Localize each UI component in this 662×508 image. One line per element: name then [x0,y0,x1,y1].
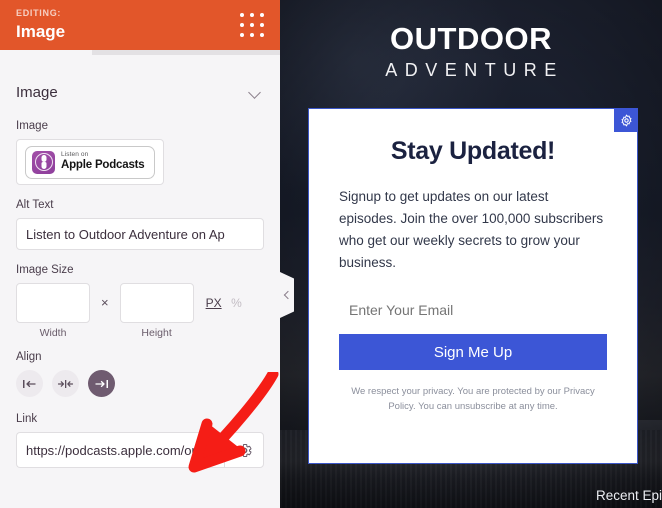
chevron-left-icon [283,290,293,300]
editing-title: Image [16,22,66,41]
image-accordion-title: Image [16,83,58,101]
align-left-icon [23,379,36,388]
width-input[interactable] [16,283,90,323]
align-right-icon [95,379,108,388]
gear-icon [621,114,631,126]
editor-screen: EDITING: Image Image Image Listen on App… [0,0,662,508]
height-input[interactable] [119,283,194,323]
gear-icon [238,443,252,457]
width-group: Width [16,283,90,339]
optin-settings-button[interactable] [614,108,638,132]
link-settings-button[interactable] [224,432,264,468]
height-caption: Height [141,327,172,339]
align-center-button[interactable] [52,370,79,397]
sidebar-header: EDITING: Image [0,0,280,50]
image-thumbnail-button[interactable]: Listen on Apple Podcasts [16,139,164,185]
image-accordion-header[interactable]: Image [0,72,280,112]
sidebar-collapse-button[interactable] [280,272,294,318]
optin-body-text: Signup to get updates on our latest epis… [339,189,604,270]
site-preview-panel: OUTDOOR ADVENTURE Stay Updated! Signup t… [280,0,662,508]
alt-text-input[interactable] [16,218,264,250]
editing-label: EDITING: [16,8,62,18]
height-group: Height [119,283,194,339]
apple-podcasts-badge: Listen on Apple Podcasts [25,145,155,179]
link-input[interactable] [16,432,224,468]
align-label: Align [16,351,42,363]
settings-sidebar: EDITING: Image Image Image Listen on App… [0,0,280,508]
link-label: Link [16,413,38,425]
image-field-label: Image [16,120,48,132]
badge-listen-on-text: Listen on [61,151,89,159]
apple-podcasts-icon [32,150,55,174]
optin-popup[interactable]: Stay Updated! Signup to get updates on o… [308,108,638,464]
recent-episodes-heading: Recent Episodes [596,488,662,503]
link-field: Link [0,413,280,468]
align-center-icon [57,379,74,388]
align-left-button[interactable] [16,370,43,397]
align-right-button[interactable] [88,370,115,397]
header-divider-strip [0,50,280,58]
image-size-label: Image Size [16,264,74,276]
unit-percent-option[interactable]: % [231,296,242,310]
site-logo-line2: ADVENTURE [385,60,564,80]
image-size-field: Image Size Width × Height PX % [0,264,280,339]
grid-dots-icon[interactable] [239,12,265,38]
site-logo: OUTDOOR ADVENTURE [280,22,662,82]
size-separator: × [101,295,109,310]
optin-title: Stay Updated! [390,137,556,165]
optin-fine-print: We respect your privacy. You are protect… [351,386,595,412]
image-field: Image Listen on Apple Podcasts [0,120,280,185]
unit-toggle: PX % [206,283,247,323]
optin-email-input[interactable] [339,292,607,328]
alt-text-field: Alt Text [0,199,280,250]
alt-text-label: Alt Text [16,199,54,211]
chevron-down-icon[interactable] [249,88,262,96]
optin-submit-button[interactable]: Sign Me Up [339,334,607,370]
unit-px-option[interactable]: PX [206,296,222,310]
width-caption: Width [39,327,67,339]
align-field: Align [0,351,280,397]
badge-name-text: Apple Podcasts [61,159,145,172]
site-logo-line1: OUTDOOR [390,21,552,56]
